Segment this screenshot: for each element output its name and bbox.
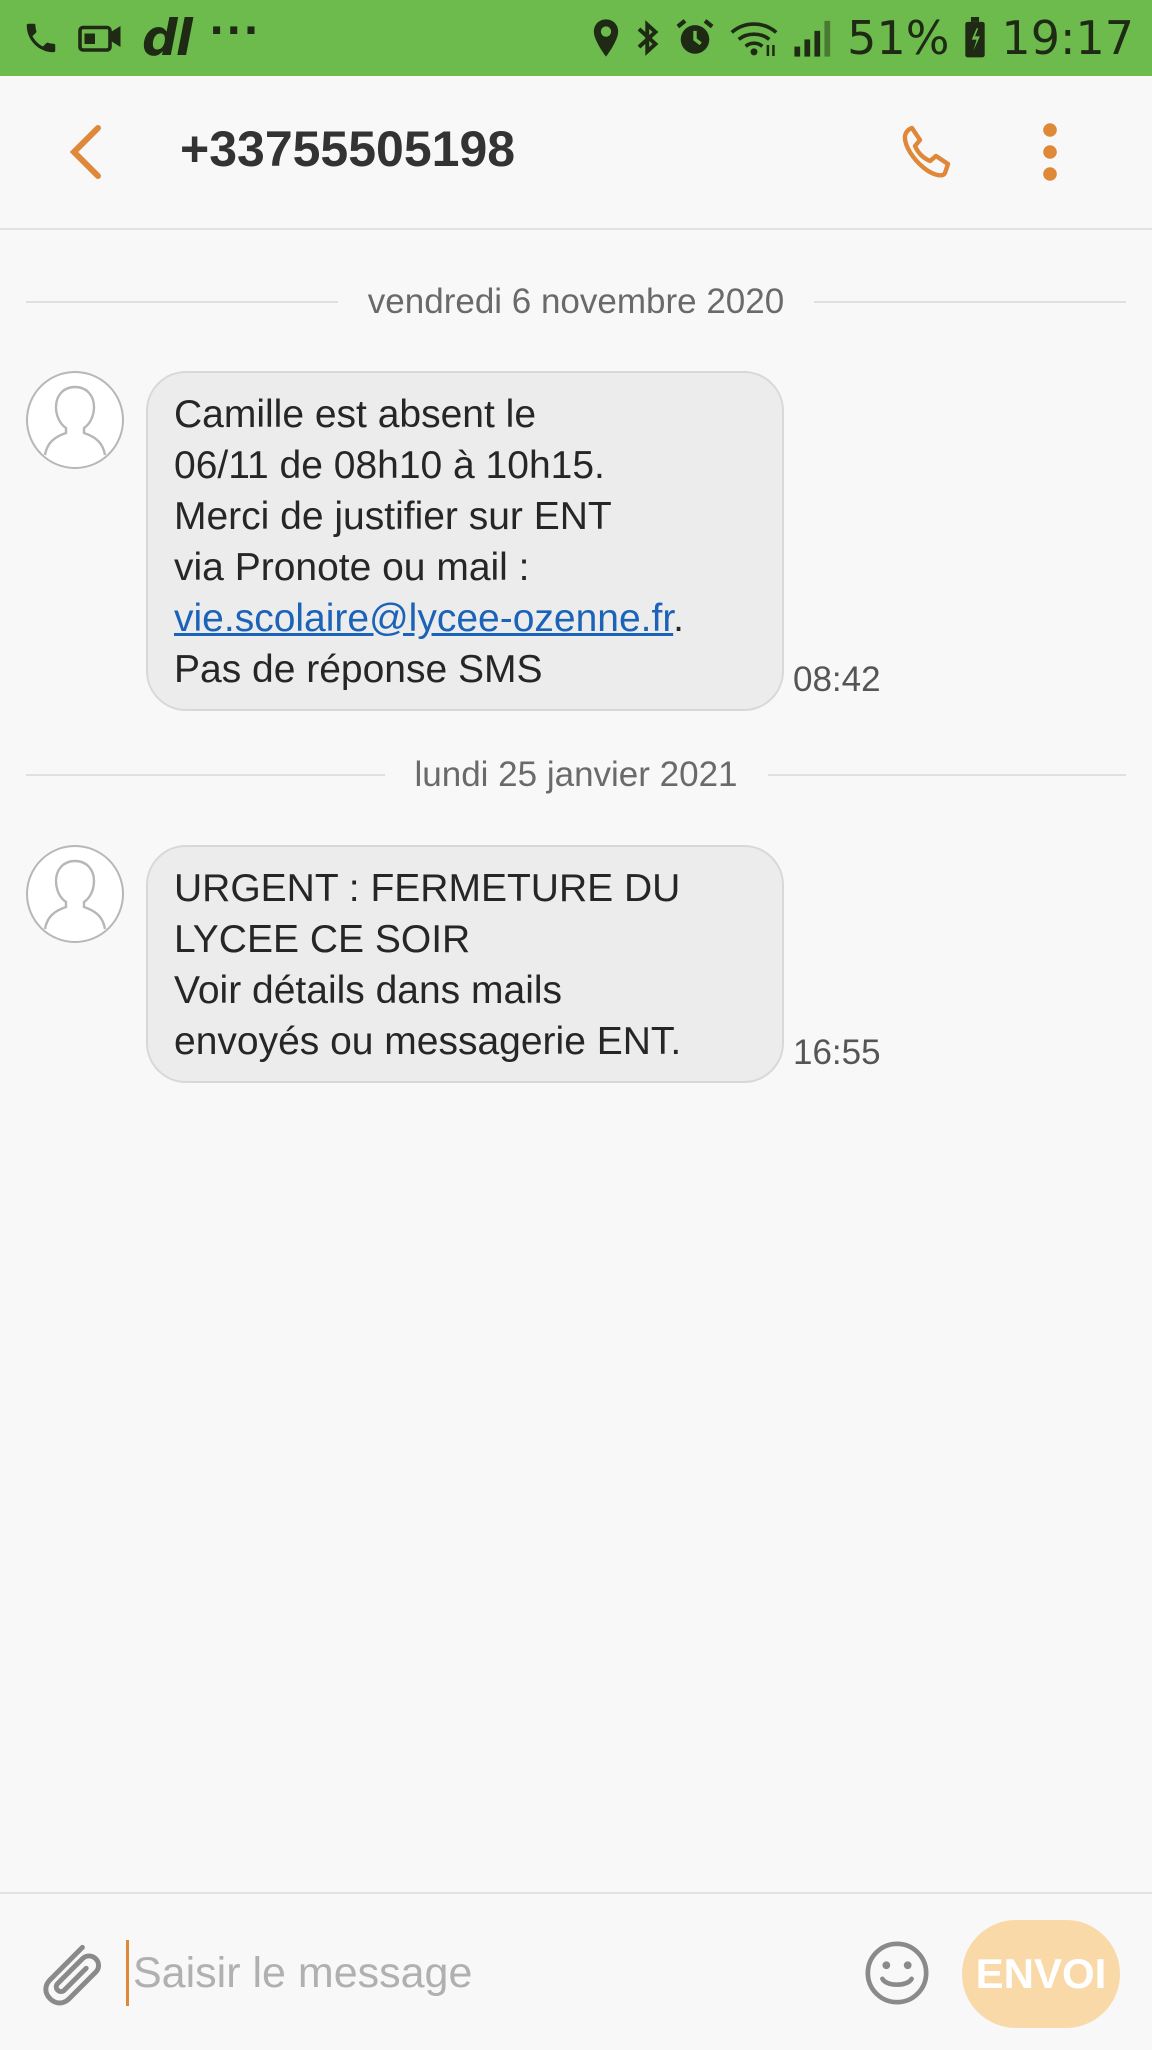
avatar-person-icon (43, 859, 107, 930)
more-dots-icon: ··· (208, 8, 261, 54)
more-vertical-icon (1043, 123, 1057, 181)
message-text-line: LYCEE CE SOIR (174, 918, 471, 961)
alarm-icon (675, 18, 715, 58)
wifi-icon (729, 17, 779, 59)
message-bubble[interactable]: Camille est absent le 06/11 de 08h10 à 1… (146, 371, 784, 711)
message-input[interactable] (126, 1940, 835, 2006)
divider-line (26, 774, 385, 776)
message-text-line: 06/11 de 08h10 à 10h15. (174, 444, 605, 487)
conversation-header: +33755505198 (0, 76, 1152, 230)
message-text-line: Voir détails dans mails (174, 969, 563, 1012)
message-text-line: URGENT : FERMETURE DU (174, 867, 681, 910)
message-text-line: Merci de justifier sur ENT (174, 495, 612, 538)
battery-icon (963, 17, 987, 59)
message-composer: ENVOI (0, 1892, 1152, 2050)
avatar-person-icon (43, 385, 107, 456)
message-text-line: via Pronote ou mail : (174, 546, 530, 589)
email-suffix: . (673, 597, 684, 640)
message-time: 16:55 (793, 1033, 881, 1072)
dl-icon: dl (142, 9, 193, 67)
back-icon (69, 125, 101, 179)
message-text-line: Pas de réponse SMS (174, 648, 543, 691)
date-label: lundi 25 janvier 2021 (414, 755, 738, 794)
message-text-line: Camille est absent le (174, 393, 537, 436)
message-time: 08:42 (793, 660, 881, 699)
contact-number: +33755505198 (180, 121, 516, 177)
more-options-button[interactable] (1030, 120, 1070, 184)
status-bar-left: dl ··· (22, 8, 261, 67)
date-divider: lundi 25 janvier 2021 (26, 750, 1127, 800)
contact-avatar[interactable] (26, 845, 124, 943)
smiley-icon (865, 1941, 929, 2005)
phone-call-icon (902, 125, 951, 178)
status-bar-right: 51% 19:17 (591, 11, 1134, 65)
attach-button[interactable] (36, 1936, 106, 2012)
call-button[interactable] (894, 120, 958, 184)
battery-percent: 51% (847, 11, 950, 65)
message-bubble[interactable]: URGENT : FERMETURE DU LYCEE CE SOIR Voir… (146, 845, 784, 1083)
divider-line (767, 774, 1127, 776)
divider-line (814, 301, 1126, 303)
message-text-line: vie.scolaire@lycee-ozenne.fr. (174, 593, 756, 644)
date-divider: vendredi 6 novembre 2020 (26, 277, 1126, 327)
message-text-line: envoyés ou messagerie ENT. (174, 1020, 682, 1063)
date-label: vendredi 6 novembre 2020 (367, 282, 785, 321)
email-link[interactable]: vie.scolaire@lycee-ozenne.fr (174, 597, 673, 640)
back-button[interactable] (58, 120, 118, 184)
bluetooth-icon (635, 17, 661, 59)
status-bar: dl ··· 51% 19:17 (0, 0, 1152, 76)
contact-avatar[interactable] (26, 371, 124, 469)
location-icon (591, 18, 621, 58)
emoji-button[interactable] (862, 1938, 932, 2008)
divider-line (26, 301, 338, 303)
paperclip-icon (43, 1944, 102, 2006)
clock: 19:17 (1001, 11, 1134, 65)
phone-icon (22, 18, 60, 58)
send-button[interactable]: ENVOI (962, 1920, 1120, 2028)
signal-icon (793, 18, 833, 58)
voicemail-icon (78, 20, 124, 56)
